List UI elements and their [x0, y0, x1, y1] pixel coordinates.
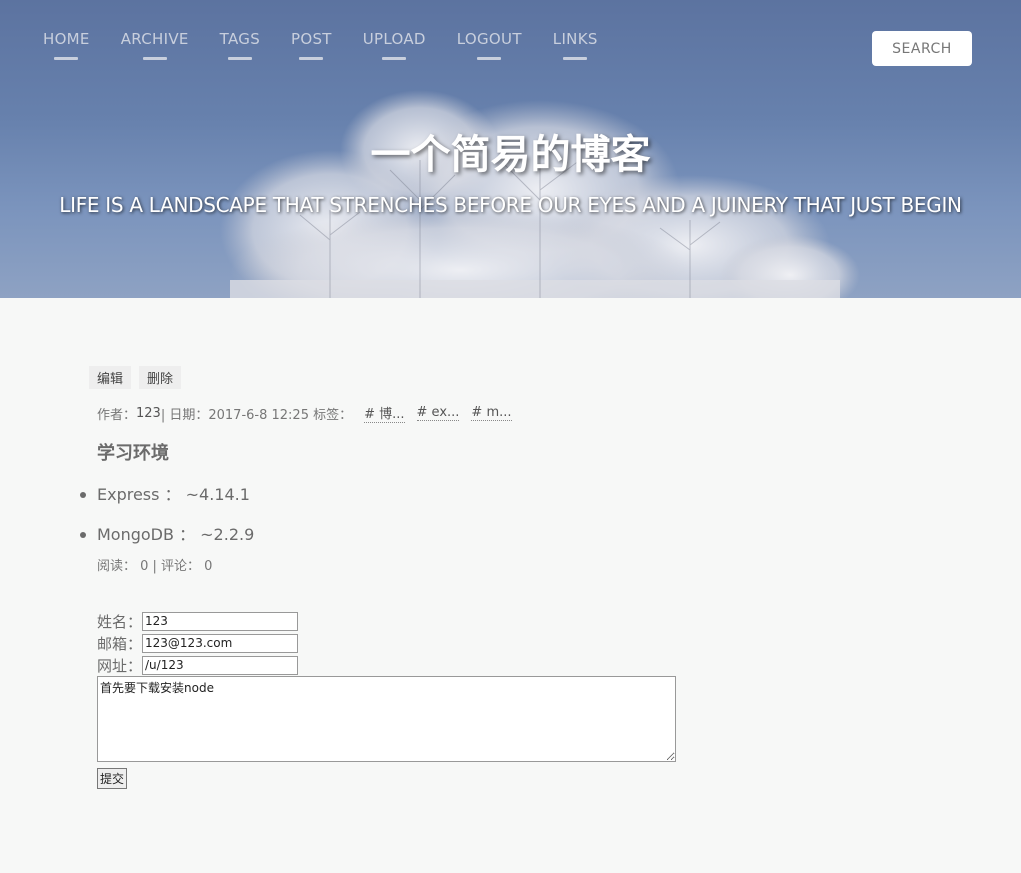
nav-underline — [142, 57, 167, 60]
list-item: Express ： ~4.14.1 — [80, 475, 997, 515]
post-body-list: Express ： ~4.14.1 MongoDB ： ~2.2.9 — [80, 475, 997, 555]
comment-textarea[interactable]: 首先要下载安装node — [97, 676, 676, 762]
nav-underline — [382, 57, 407, 60]
nav-tags[interactable]: TAGS — [219, 30, 261, 60]
delete-button[interactable]: 删除 — [139, 366, 182, 389]
nav-underline — [54, 57, 79, 60]
main-nav: HOME ARCHIVE TAGS POST UPLOAD LOGOUT LIN… — [43, 30, 629, 60]
tag-link[interactable]: # 博... — [364, 403, 405, 423]
name-label: 姓名： — [97, 612, 143, 631]
nav-upload[interactable]: UPLOAD — [362, 30, 426, 60]
bullet — [80, 532, 86, 538]
nav-underline — [227, 57, 252, 60]
post-heading: 学习环境 — [97, 443, 169, 464]
nav-logout[interactable]: LOGOUT — [456, 30, 522, 60]
post-meta: 作者： 123 | 日期：2017-6-8 12:25 标签： # 博... #… — [97, 403, 997, 423]
nav-archive-label: ARCHIVE — [120, 30, 189, 48]
email-label: 邮箱： — [97, 634, 143, 653]
name-row: 姓名： — [97, 610, 997, 632]
tag-link[interactable]: # m... — [471, 405, 512, 421]
search-button[interactable]: SEARCH — [872, 31, 972, 66]
post-actions: 编辑 删除 — [89, 366, 997, 389]
nav-underline — [299, 57, 324, 60]
site-title: 一个简易的博客 — [370, 132, 651, 178]
nav-home[interactable]: HOME — [43, 30, 90, 60]
nav-tags-label: TAGS — [219, 30, 261, 48]
nav-archive[interactable]: ARCHIVE — [120, 30, 189, 60]
nav-underline — [477, 57, 502, 60]
url-row: 网址： — [97, 654, 997, 676]
nav-links[interactable]: LINKS — [552, 30, 598, 60]
author-label: 作者： — [97, 407, 137, 423]
url-label: 网址： — [97, 656, 143, 675]
list-item-text: MongoDB ： ~2.2.9 — [97, 525, 255, 544]
comment-form: 姓名： 邮箱： 网址： 首先要下载安装node 提交 — [97, 610, 997, 789]
bullet — [80, 492, 86, 498]
edit-button[interactable]: 编辑 — [89, 366, 132, 389]
site-subtitle: LIFE IS A LANDSCAPE THAT STRENCHES BEFOR… — [59, 193, 962, 217]
tag-link[interactable]: # ex... — [416, 405, 460, 421]
nav-upload-label: UPLOAD — [362, 30, 426, 48]
date-and-tags-label: | 日期：2017-6-8 12:25 标签： — [160, 407, 353, 423]
list-item: MongoDB ： ~2.2.9 — [80, 515, 997, 555]
list-item-text: Express ： ~4.14.1 — [97, 485, 250, 504]
post-content: 编辑 删除 作者： 123 | 日期：2017-6-8 12:25 标签： # … — [80, 366, 997, 789]
hero-banner: HOME ARCHIVE TAGS POST UPLOAD LOGOUT LIN… — [0, 0, 1021, 298]
email-field[interactable] — [142, 633, 299, 653]
nav-home-label: HOME — [43, 30, 90, 48]
nav-links-label: LINKS — [552, 30, 598, 48]
name-field[interactable] — [142, 611, 299, 631]
url-field[interactable] — [142, 655, 299, 675]
submit-button[interactable]: 提交 — [97, 768, 128, 789]
author-link[interactable]: 123 — [136, 406, 161, 421]
post-stats: 阅读： 0 | 评论： 0 — [97, 559, 213, 574]
nav-underline — [563, 57, 588, 60]
email-row: 邮箱： — [97, 632, 997, 654]
nav-post[interactable]: POST — [291, 30, 332, 60]
nav-post-label: POST — [291, 30, 332, 48]
nav-logout-label: LOGOUT — [456, 30, 522, 48]
